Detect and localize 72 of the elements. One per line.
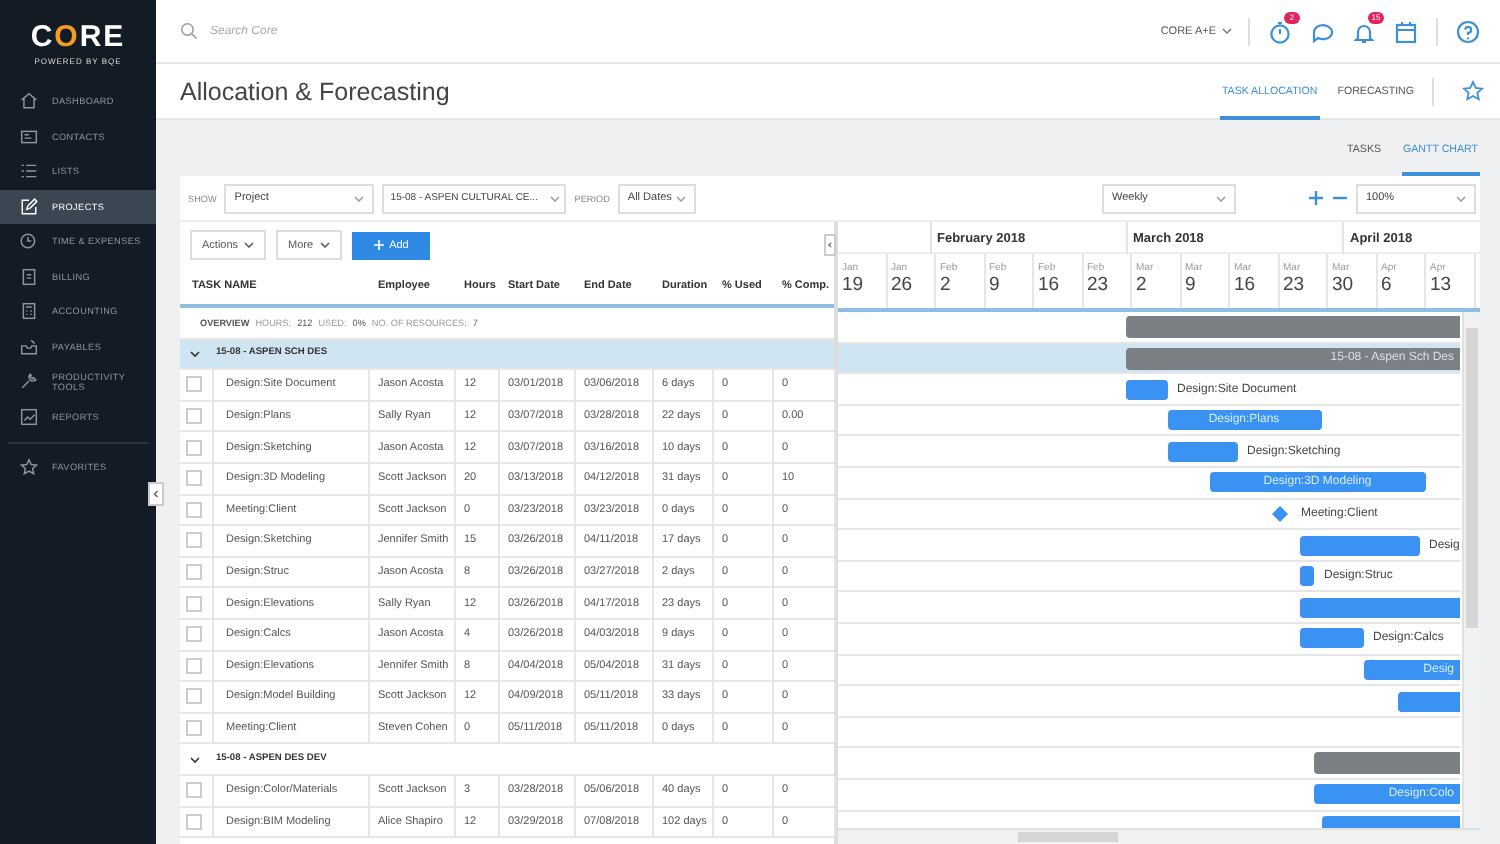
zoom-in-icon[interactable] (1308, 190, 1324, 206)
row-checkbox[interactable] (186, 376, 202, 393)
summary-bar[interactable] (1314, 752, 1460, 775)
collapse-handle[interactable] (824, 234, 836, 256)
task-bar[interactable] (1300, 597, 1460, 618)
caret-icon (354, 195, 365, 201)
row-checkbox[interactable] (186, 532, 202, 549)
row-checkbox[interactable] (186, 408, 202, 425)
star-icon (20, 458, 38, 477)
week-day: 16 (1038, 274, 1081, 296)
bell-icon[interactable] (1352, 19, 1376, 43)
horizontal-scrollbar[interactable] (838, 828, 1480, 844)
card-icon (20, 127, 38, 146)
plus-icon (373, 240, 384, 250)
row-checkbox[interactable] (186, 720, 202, 737)
chevron-icon[interactable] (190, 349, 200, 358)
caret-icon (244, 242, 255, 248)
task-bar[interactable] (1125, 379, 1167, 400)
clock-icon (20, 232, 38, 251)
week-day: 23 (1087, 274, 1130, 296)
row-checkbox[interactable] (186, 595, 202, 612)
row-checkbox[interactable] (186, 657, 202, 674)
row-checkbox[interactable] (186, 813, 202, 830)
task-bar[interactable] (1167, 441, 1237, 462)
collapse-button[interactable] (148, 482, 164, 506)
logo: CORE (30, 22, 126, 52)
caret-icon (1216, 195, 1226, 201)
row-checkbox[interactable] (186, 439, 202, 456)
page-icon (20, 267, 38, 286)
help-icon[interactable] (1456, 19, 1480, 43)
vertical-scrollbar[interactable] (1462, 312, 1480, 828)
row-checkbox[interactable] (186, 782, 202, 799)
task-bar[interactable] (1300, 566, 1314, 587)
week-day: 30 (1332, 274, 1375, 296)
caret-icon (1456, 195, 1466, 201)
caret-icon (319, 242, 330, 248)
week-day: 16 (1234, 274, 1277, 296)
caret-icon (550, 195, 561, 201)
calculator-icon (20, 302, 38, 321)
house-icon (20, 92, 38, 111)
search-icon (180, 22, 198, 40)
week-day: 2 (940, 274, 983, 296)
row-checkbox[interactable] (186, 470, 202, 487)
week-day: 6 (1381, 274, 1424, 296)
week-day: 2 (1136, 274, 1179, 296)
task-bar[interactable] (1300, 535, 1419, 556)
week-day: 9 (989, 274, 1032, 296)
week-day: 13 (1430, 274, 1473, 296)
favorite-star-icon[interactable] (1462, 80, 1484, 102)
week-day: 23 (1283, 274, 1326, 296)
stopwatch-icon[interactable] (1268, 19, 1292, 43)
calendar-icon[interactable] (1394, 19, 1418, 43)
task-bar[interactable] (1300, 628, 1363, 649)
row-checkbox[interactable] (186, 564, 202, 581)
week-day: 9 (1185, 274, 1228, 296)
chat-icon[interactable] (1310, 19, 1334, 43)
chevron-icon[interactable] (190, 755, 200, 764)
row-checkbox[interactable] (186, 501, 202, 518)
row-checkbox[interactable] (186, 688, 202, 705)
caret-icon (675, 195, 686, 201)
list-icon (20, 162, 38, 181)
tray-icon (20, 337, 38, 356)
row-checkbox[interactable] (186, 626, 202, 643)
page-title: Allocation & Forecasting (180, 77, 452, 105)
caret-icon (1222, 28, 1232, 34)
report-icon (20, 407, 38, 426)
week-day: 19 (842, 274, 885, 296)
week-day: 26 (891, 274, 934, 296)
task-bar[interactable] (1398, 691, 1460, 712)
wrench-icon (20, 372, 38, 391)
pencil-square-icon (20, 197, 38, 216)
milestone-diamond[interactable] (1271, 506, 1287, 523)
